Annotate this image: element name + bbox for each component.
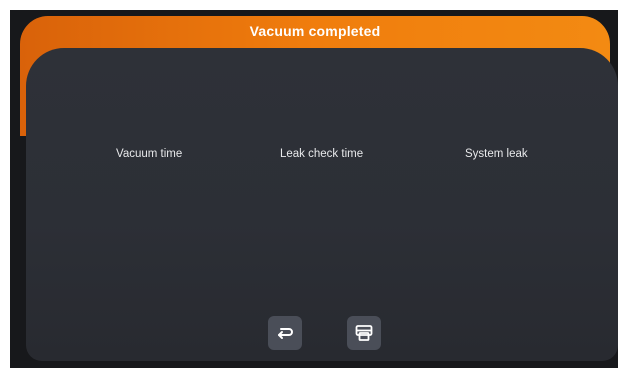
- return-arrow-icon: [276, 326, 294, 340]
- back-button[interactable]: [268, 316, 302, 350]
- printer-icon: [354, 323, 374, 343]
- vacuum-time-label: Vacuum time: [116, 148, 183, 160]
- system-leak-label: System leak: [465, 148, 528, 160]
- dialog-title: Vacuum completed: [249, 23, 381, 39]
- dialog-content-panel: [26, 48, 618, 361]
- print-button[interactable]: [347, 316, 381, 350]
- leak-check-time-label: Leak check time: [280, 148, 364, 160]
